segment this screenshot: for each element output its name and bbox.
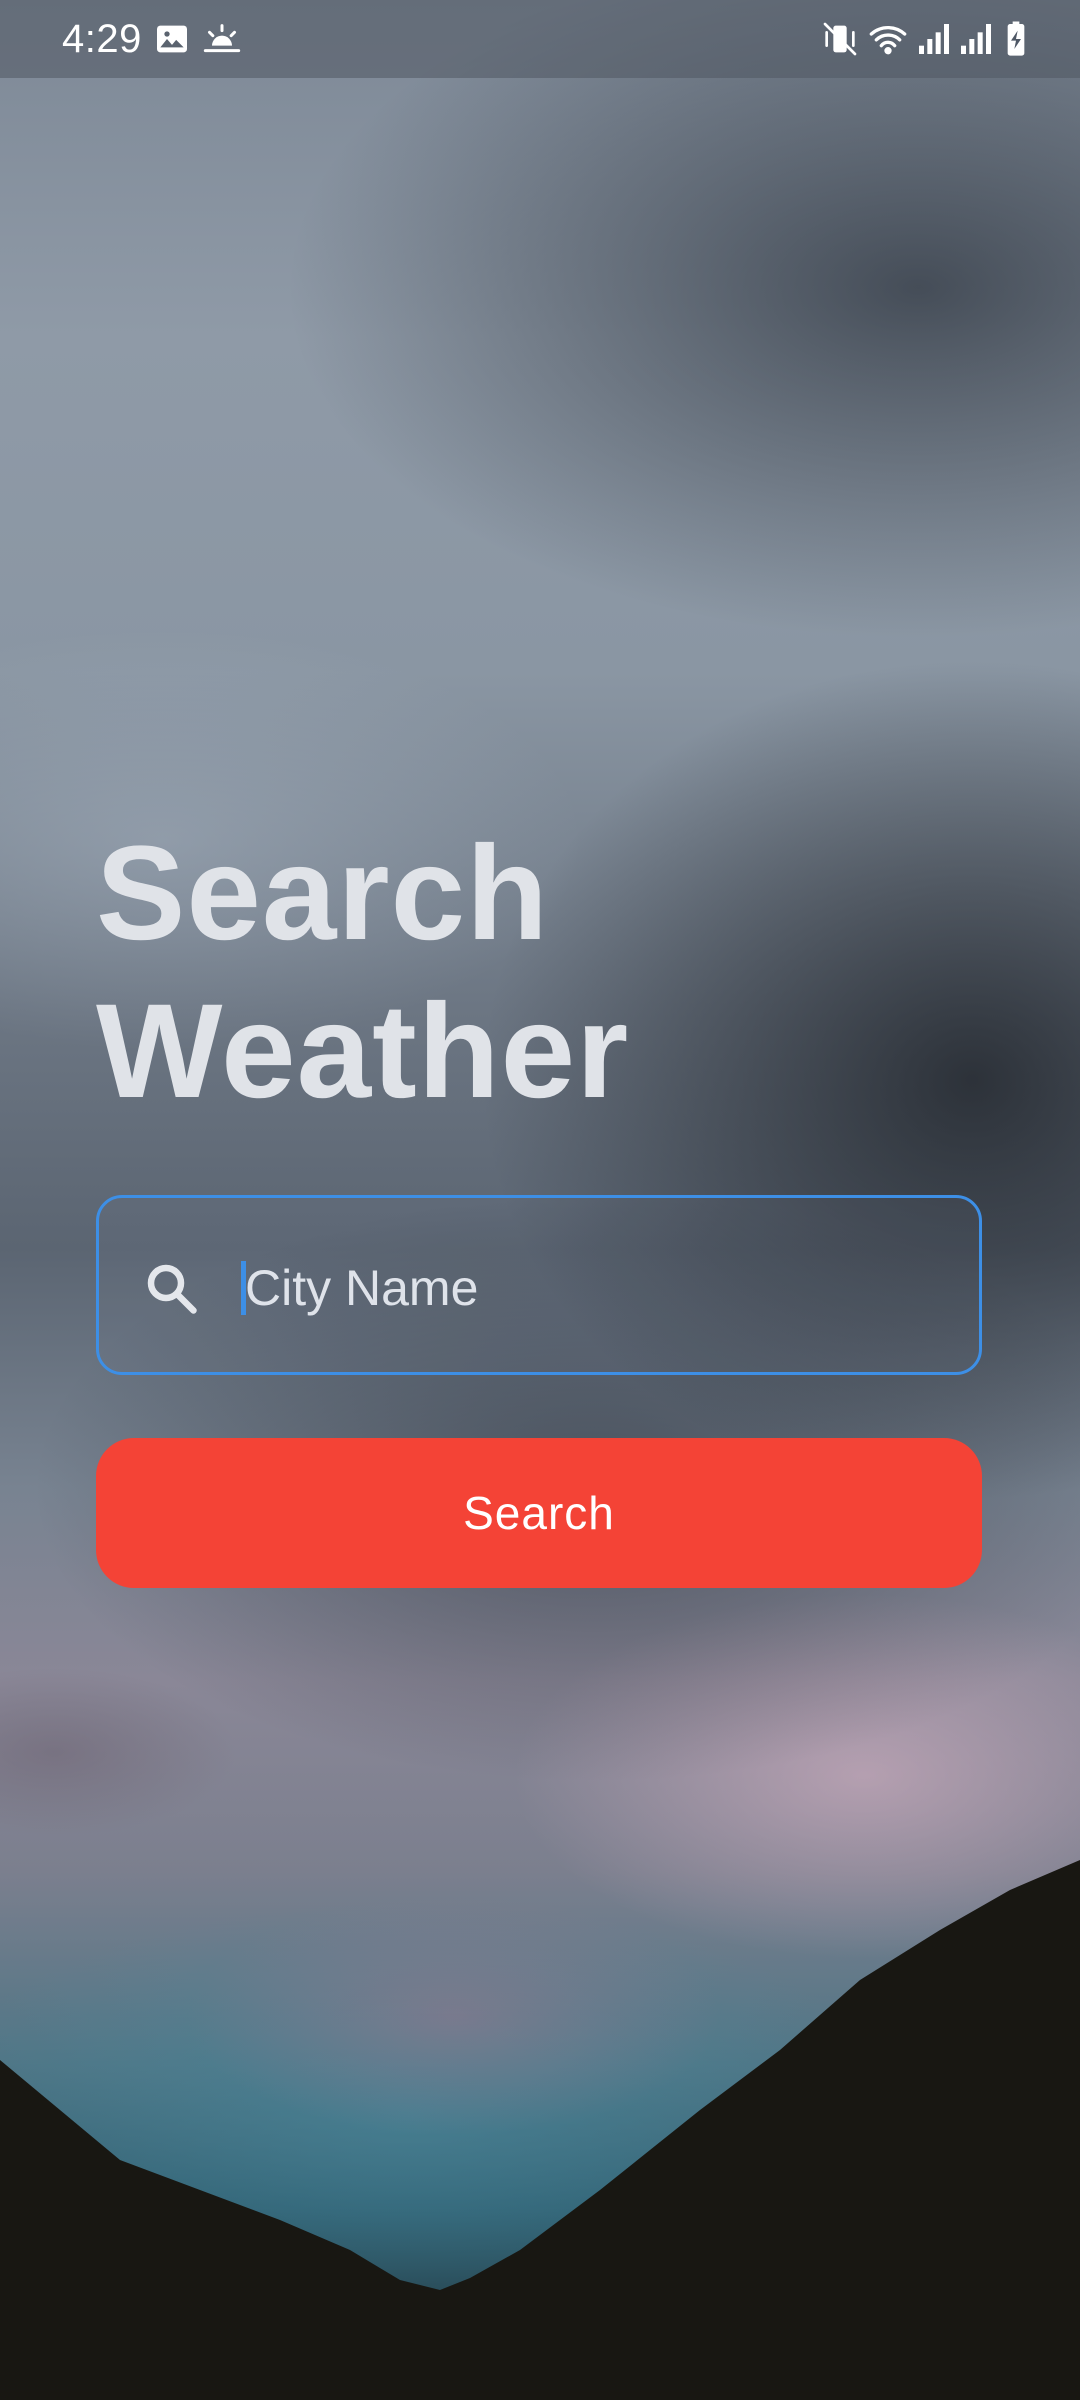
- search-button[interactable]: Search: [96, 1438, 982, 1588]
- wifi-icon: [868, 19, 908, 59]
- title-line-1: Search: [96, 819, 549, 968]
- city-name-input[interactable]: [245, 1243, 945, 1333]
- mountain-silhouette: [0, 1860, 1080, 2400]
- status-bar: 4:29: [0, 0, 1080, 78]
- page-title: Search Weather: [96, 815, 996, 1131]
- battery-charging-icon: [996, 19, 1036, 59]
- signal-icon: [914, 19, 954, 59]
- signal-icon: [956, 19, 996, 59]
- image-icon: [152, 19, 192, 59]
- status-time: 4:29: [62, 17, 142, 61]
- search-icon: [141, 1258, 201, 1318]
- city-search-field[interactable]: [96, 1195, 982, 1375]
- title-line-2: Weather: [96, 977, 630, 1126]
- weather-sunrise-icon: [202, 19, 242, 59]
- vibrate-mute-icon: [820, 19, 860, 59]
